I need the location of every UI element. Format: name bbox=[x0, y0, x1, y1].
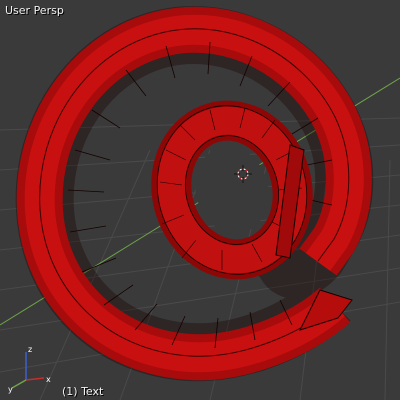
scene-canvas[interactable]: x z y bbox=[0, 0, 400, 400]
active-object-label: (1) Text bbox=[62, 385, 104, 398]
svg-text:z: z bbox=[28, 345, 32, 354]
svg-text:x: x bbox=[46, 375, 51, 384]
view-label: User Persp bbox=[5, 4, 64, 17]
3d-viewport[interactable]: x z y User Persp (1) Text bbox=[0, 0, 400, 400]
svg-text:y: y bbox=[8, 385, 13, 394]
